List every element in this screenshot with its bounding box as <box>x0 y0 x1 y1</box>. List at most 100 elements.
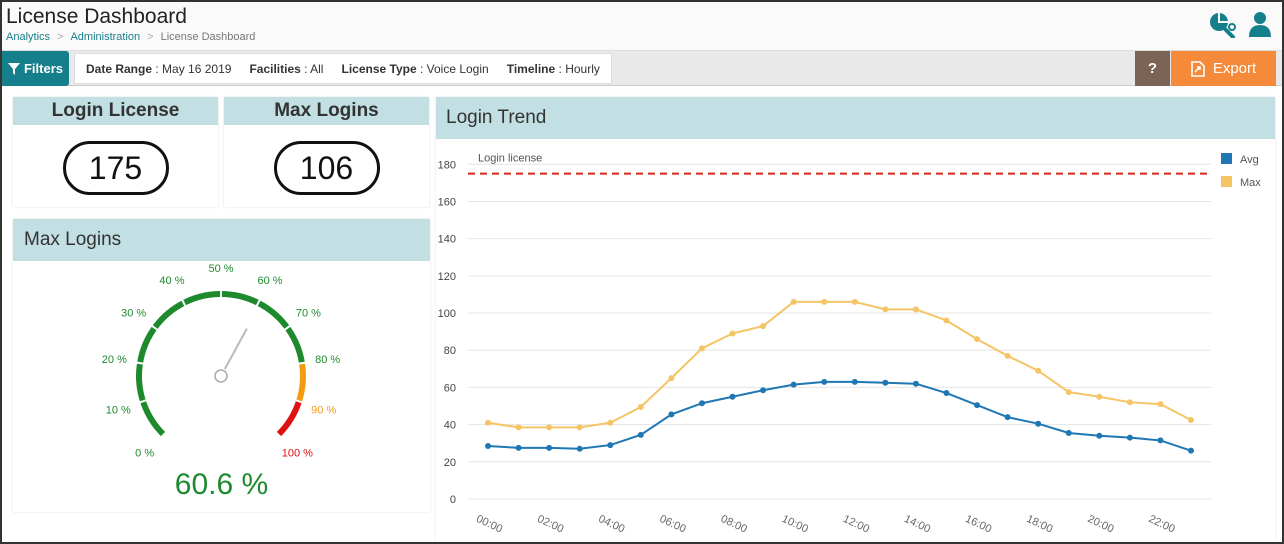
x-tick-label: 18:00 <box>1024 513 1054 536</box>
data-point-avg[interactable] <box>576 445 583 452</box>
data-point-avg[interactable] <box>821 378 828 385</box>
user-icon[interactable] <box>1248 10 1272 43</box>
gauge-band-green <box>136 291 305 437</box>
data-point-avg[interactable] <box>607 442 614 449</box>
data-point-avg[interactable] <box>637 431 644 438</box>
active-filters: Date Range : May 16 2019 Facilities : Al… <box>74 53 612 84</box>
data-point-avg[interactable] <box>851 378 858 385</box>
data-point-max[interactable] <box>760 323 767 330</box>
x-tick-label: 08:00 <box>719 513 749 536</box>
data-point-avg[interactable] <box>1096 432 1103 439</box>
data-point-avg[interactable] <box>729 393 736 400</box>
data-point-avg[interactable] <box>912 380 919 387</box>
filters-button[interactable]: Filters <box>2 51 69 86</box>
data-point-avg[interactable] <box>760 387 767 394</box>
gauge-tick-label: 50 % <box>208 263 233 275</box>
data-point-max[interactable] <box>882 306 889 313</box>
data-point-max[interactable] <box>1035 367 1042 374</box>
app-frame: License Dashboard Analytics > Administra… <box>0 0 1284 544</box>
x-tick-label: 10:00 <box>780 513 810 536</box>
data-point-max[interactable] <box>576 424 583 431</box>
filter-toolbar: Filters Date Range : May 16 2019 Facilit… <box>2 50 1282 86</box>
data-point-avg[interactable] <box>790 381 797 388</box>
data-point-max[interactable] <box>637 403 644 410</box>
y-tick-label: 40 <box>444 420 456 432</box>
data-point-avg[interactable] <box>515 444 522 451</box>
data-point-max[interactable] <box>943 317 950 324</box>
series-line-max <box>487 300 1192 429</box>
kpi-value: 175 <box>62 141 169 195</box>
filter-key: License Type <box>341 61 417 76</box>
gauge-tick-label: 60 % <box>257 275 282 287</box>
legend-label[interactable]: Max <box>1240 177 1261 189</box>
analytics-tools-icon[interactable] <box>1208 10 1236 43</box>
series-line-avg <box>487 380 1192 452</box>
legend-label[interactable]: Avg <box>1240 154 1259 166</box>
kpi-title: Login License <box>13 97 218 125</box>
data-point-max[interactable] <box>1126 399 1133 406</box>
y-tick-label: 20 <box>444 457 456 469</box>
data-point-max[interactable] <box>1065 389 1072 396</box>
data-point-avg[interactable] <box>1157 437 1164 444</box>
data-point-avg[interactable] <box>1035 420 1042 427</box>
data-point-avg[interactable] <box>485 443 491 450</box>
data-point-avg[interactable] <box>943 390 950 397</box>
data-point-max[interactable] <box>821 298 828 305</box>
data-point-avg[interactable] <box>1126 434 1133 441</box>
x-tick-label: 14:00 <box>902 513 932 536</box>
data-point-max[interactable] <box>1004 352 1011 359</box>
data-point-avg[interactable] <box>1188 447 1194 454</box>
data-point-avg[interactable] <box>698 400 705 407</box>
data-point-max[interactable] <box>974 336 981 343</box>
gauge-tick-label: 70 % <box>296 308 321 320</box>
data-point-max[interactable] <box>546 424 553 431</box>
filter-license-type[interactable]: License Type : Voice Login <box>341 62 488 76</box>
filter-value: Hourly <box>565 61 600 76</box>
gauge-tick-label: 80 % <box>315 354 340 366</box>
x-tick-label: 00:00 <box>474 513 504 536</box>
filter-key: Timeline <box>506 61 556 76</box>
y-tick-label: 180 <box>438 159 456 171</box>
data-point-max[interactable] <box>1157 401 1164 408</box>
data-point-max[interactable] <box>1188 416 1194 423</box>
data-point-max[interactable] <box>515 424 522 431</box>
gauge-tick-label: 0 % <box>135 447 154 459</box>
breadcrumb-administration[interactable]: Administration <box>70 31 140 43</box>
data-point-max[interactable] <box>607 419 614 426</box>
filter-facilities[interactable]: Facilities : All <box>249 62 323 76</box>
filter-key: Facilities <box>249 61 301 76</box>
gauge-band-red <box>276 400 302 437</box>
gauge-value: 60.6 % <box>174 468 269 501</box>
data-point-avg[interactable] <box>882 379 889 386</box>
gauge-tick-label: 20 % <box>102 354 127 366</box>
filter-date-range[interactable]: Date Range : May 16 2019 <box>86 62 231 76</box>
data-point-max[interactable] <box>790 298 797 305</box>
gauge-needle <box>223 328 248 370</box>
header-icons <box>1208 10 1272 43</box>
x-tick-label: 06:00 <box>658 513 688 536</box>
data-point-max[interactable] <box>912 306 919 313</box>
data-point-max[interactable] <box>485 419 491 426</box>
data-point-max[interactable] <box>729 330 736 337</box>
data-point-avg[interactable] <box>668 411 675 418</box>
filters-label: Filters <box>23 61 63 76</box>
data-point-avg[interactable] <box>1065 429 1072 436</box>
data-point-max[interactable] <box>851 298 858 305</box>
breadcrumb-separator: > <box>147 31 154 43</box>
filter-value: May 16 2019 <box>162 61 232 76</box>
data-point-avg[interactable] <box>546 444 553 451</box>
export-button[interactable]: Export <box>1171 51 1276 86</box>
help-button[interactable]: ? <box>1135 51 1170 86</box>
data-point-max[interactable] <box>1096 393 1103 400</box>
legend-swatch <box>1221 176 1232 187</box>
breadcrumb-analytics[interactable]: Analytics <box>6 31 50 43</box>
filter-value: All <box>310 61 324 76</box>
kpi-value: 106 <box>273 141 380 195</box>
data-point-max[interactable] <box>668 375 675 382</box>
gauge-tick <box>135 361 145 365</box>
data-point-avg[interactable] <box>974 402 981 409</box>
data-point-avg[interactable] <box>1004 414 1011 421</box>
data-point-max[interactable] <box>698 345 705 352</box>
gauge-tick-label: 30 % <box>121 308 146 320</box>
filter-timeline[interactable]: Timeline : Hourly <box>507 62 600 76</box>
